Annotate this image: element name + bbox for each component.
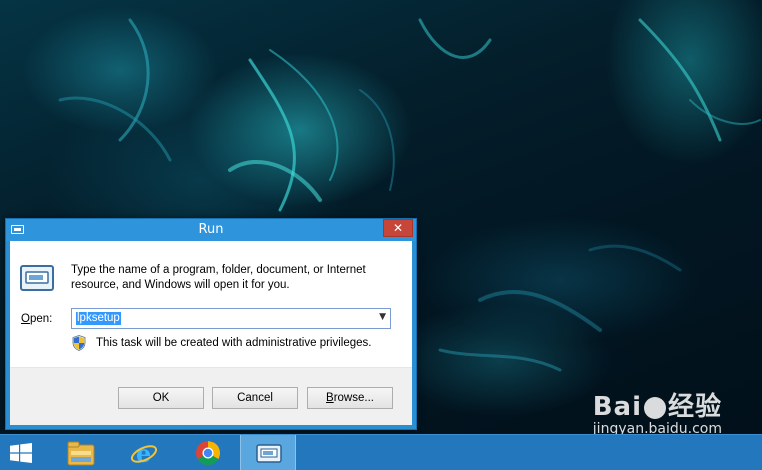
- folder-icon: [67, 441, 95, 466]
- open-combobox[interactable]: lpksetup ▼: [71, 308, 391, 329]
- ok-button[interactable]: OK: [118, 387, 204, 409]
- uac-shield-icon: [72, 335, 86, 351]
- dialog-client-area: Type the name of a program, folder, docu…: [10, 241, 412, 425]
- svg-text:e: e: [136, 439, 151, 467]
- watermark-logo-right: 经验: [667, 392, 722, 422]
- dialog-title: Run: [198, 222, 224, 237]
- taskbar: e: [0, 434, 762, 470]
- taskbar-chrome[interactable]: [180, 435, 236, 470]
- dialog-description: Type the name of a program, folder, docu…: [71, 264, 366, 291]
- open-label-accel: O: [21, 313, 30, 325]
- paw-logo-icon: [643, 396, 666, 419]
- close-button[interactable]: ✕: [383, 219, 413, 237]
- taskbar-internet-explorer[interactable]: e: [116, 435, 172, 470]
- open-input-value[interactable]: lpksetup: [76, 312, 121, 325]
- ie-icon: e: [130, 439, 158, 467]
- open-label: Open:: [21, 313, 52, 325]
- dialog-content: Type the name of a program, folder, docu…: [10, 241, 412, 368]
- watermark-url: jingyan.baidu.com: [592, 421, 722, 434]
- open-label-rest: pen:: [29, 313, 53, 325]
- chrome-icon: [196, 441, 221, 466]
- browse-button[interactable]: Browse...: [307, 387, 393, 409]
- run-icon: [256, 444, 282, 463]
- chevron-down-icon[interactable]: ▼: [379, 312, 386, 322]
- run-dialog: Run ✕ Type the name of a program, folder…: [5, 218, 417, 430]
- taskbar-run[interactable]: [240, 435, 296, 470]
- baidu-jingyan-watermark: Bai 经验 jingyan.baidu.com: [593, 386, 722, 434]
- title-bar[interactable]: Run ✕: [6, 219, 416, 241]
- watermark-logo-left: Bai: [592, 392, 642, 422]
- taskbar-file-explorer[interactable]: [53, 435, 109, 470]
- browse-label-rest: rowse...: [333, 392, 374, 404]
- windows-logo-icon[interactable]: [10, 443, 32, 463]
- cancel-button[interactable]: Cancel: [212, 387, 298, 409]
- privilege-note: This task will be created with administr…: [96, 337, 372, 349]
- run-icon: [20, 265, 54, 291]
- browse-accel: B: [326, 392, 334, 404]
